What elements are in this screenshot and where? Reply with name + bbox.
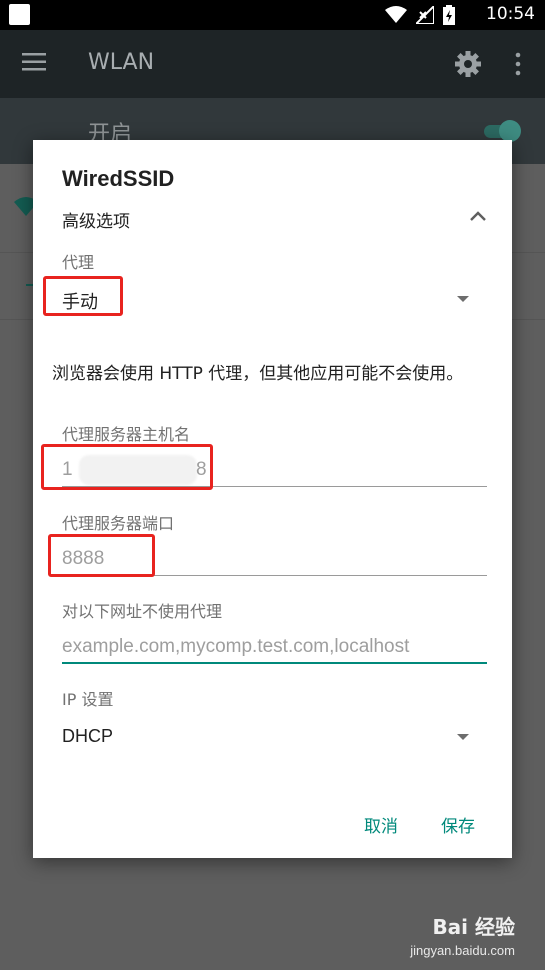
chevron-up-icon[interactable] [469,210,487,222]
settings-gear-icon[interactable] [454,50,482,78]
status-icons [385,5,455,25]
ip-settings-label: IP 设置 [62,690,114,709]
proxy-host-label: 代理服务器主机名 [62,425,191,444]
proxy-hint-text: 浏览器会使用 HTTP 代理，但其他应用可能不会使用。 [52,364,464,384]
wifi-config-dialog: WiredSSID 高级选项 代理 手动 浏览器会使用 HTTP 代理，但其他应… [33,140,512,858]
app-bar: WLAN [0,30,545,98]
highlight-box-host [41,444,213,490]
battery-charging-icon [443,5,455,25]
bypass-underline-focused [62,662,487,664]
bypass-label: 对以下网址不使用代理 [62,602,223,621]
highlight-box-proxy [43,276,123,316]
proxy-dropdown-arrow-icon[interactable] [457,296,469,302]
dialog-title: WiredSSID [62,166,175,191]
watermark-url: jingyan.baidu.com [410,943,515,958]
bypass-input[interactable]: example.com,mycomp.test.com,localhost [62,636,409,658]
ip-settings-dropdown-arrow-icon[interactable] [457,734,469,740]
wifi-icon [385,6,407,23]
proxy-port-label: 代理服务器端口 [62,514,175,533]
notification-icon [9,4,30,25]
menu-icon[interactable] [22,53,46,71]
app-title: WLAN [88,50,155,75]
no-signal-icon [416,6,434,24]
proxy-label: 代理 [62,253,95,272]
ip-settings-select-value[interactable]: DHCP [62,726,113,747]
cancel-button[interactable]: 取消 [364,812,398,837]
save-button[interactable]: 保存 [441,812,475,837]
advanced-options-label[interactable]: 高级选项 [62,207,130,232]
highlight-box-port [48,534,155,577]
clock: 10:54 [486,4,535,24]
status-bar: 10:54 [0,0,545,30]
watermark-logo: Bai 经验 [432,915,515,939]
more-vert-icon[interactable] [512,52,524,76]
